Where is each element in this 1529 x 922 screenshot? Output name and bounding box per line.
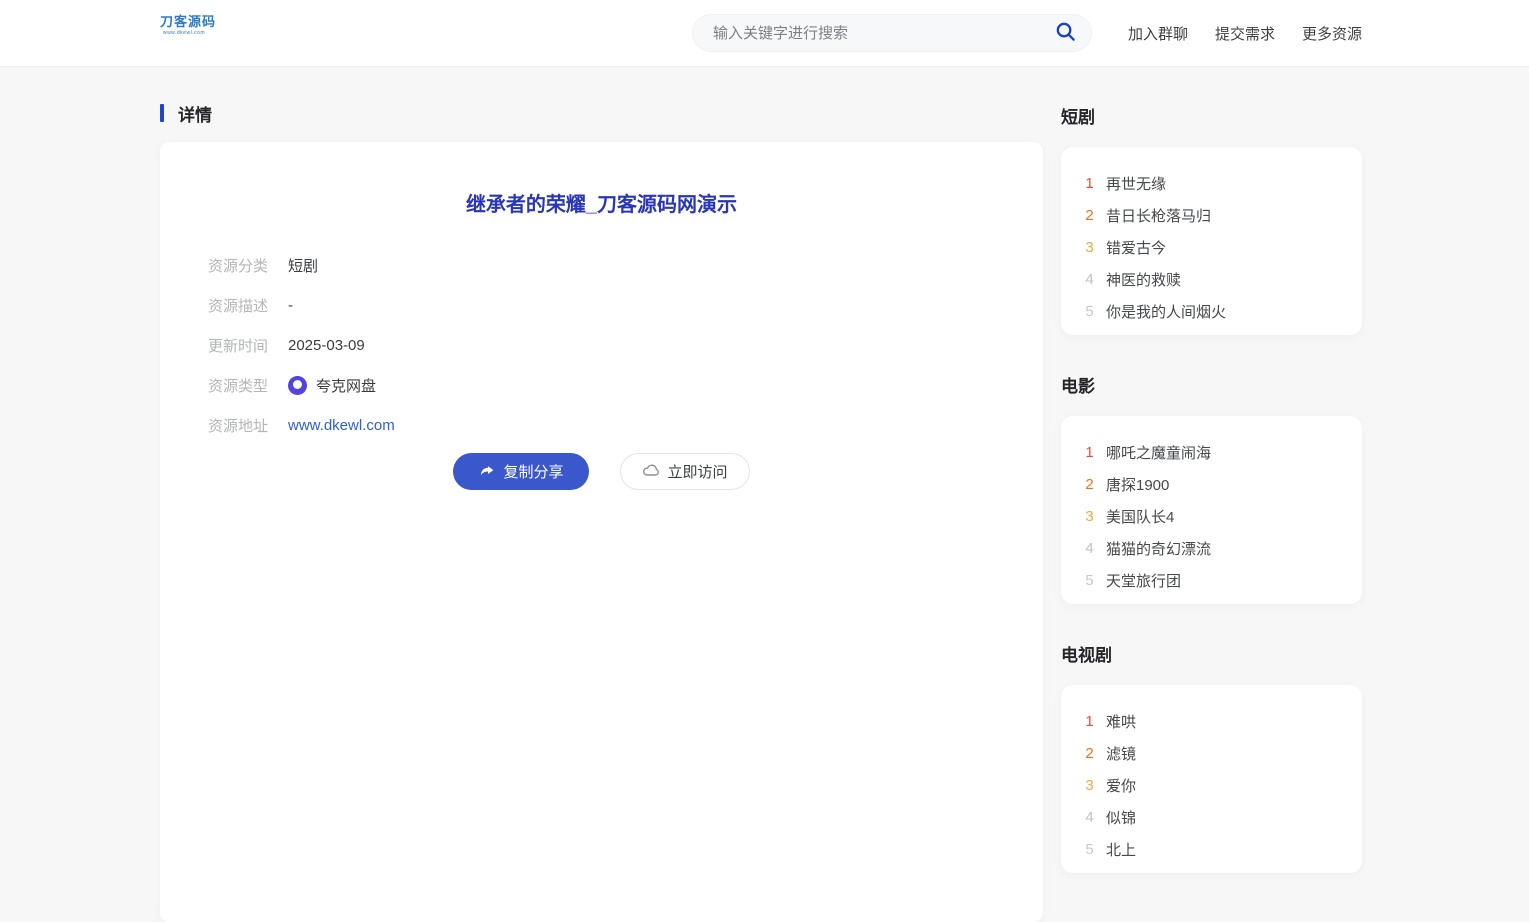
list-item[interactable]: 5 你是我的人间烟火: [1061, 295, 1362, 327]
rank-label: 神医的救赎: [1106, 269, 1181, 290]
list-item[interactable]: 2 昔日长枪落马归: [1061, 199, 1362, 231]
sidebar-section-tv: 电视剧 1 难哄 2 滤镜 3 爱你 4 似锦: [1061, 641, 1362, 873]
sidebar-section-movies: 电影 1 哪吒之魔童闹海 2 唐探1900 3 美国队长4 4 猫猫的奇幻漂流: [1061, 372, 1362, 604]
rank-label: 再世无缘: [1106, 173, 1166, 194]
rank-number: 5: [1083, 841, 1096, 858]
rank-label: 滤镜: [1106, 743, 1136, 764]
detail-column: 详情 继承者的荣耀_刀客源码网演示 资源分类 短剧 资源描述 - 更新时间 20…: [160, 103, 1043, 922]
field-update-time: 更新时间 2025-03-09: [208, 333, 995, 357]
list-item[interactable]: 2 唐探1900: [1061, 468, 1362, 500]
visit-now-button[interactable]: 立即访问: [620, 453, 750, 490]
visit-now-label: 立即访问: [668, 461, 728, 482]
rank-label: 似锦: [1106, 807, 1136, 828]
rank-label: 你是我的人间烟火: [1106, 301, 1226, 322]
action-buttons: 复制分享 立即访问: [208, 453, 995, 490]
header-nav: 加入群聊 提交需求 更多资源: [1128, 0, 1362, 67]
rank-number: 3: [1083, 508, 1096, 525]
search-icon: [1054, 20, 1077, 46]
rank-label: 爱你: [1106, 775, 1136, 796]
sidebar-section-title: 电影: [1061, 372, 1362, 397]
quark-netdisk-icon: [288, 376, 307, 395]
ranking-card: 1 哪吒之魔童闹海 2 唐探1900 3 美国队长4 4 猫猫的奇幻漂流 5: [1061, 416, 1362, 604]
list-item[interactable]: 2 滤镜: [1061, 737, 1362, 769]
rank-number: 1: [1083, 175, 1096, 192]
ranking-card: 1 再世无缘 2 昔日长枪落马归 3 错爱古今 4 神医的救赎 5 你是我的: [1061, 147, 1362, 335]
resource-url-link[interactable]: www.dkewl.com: [288, 417, 395, 434]
field-value: 夸克网盘: [316, 375, 376, 396]
rank-number: 2: [1083, 745, 1096, 762]
search-bar: [692, 14, 1092, 52]
rank-number: 1: [1083, 713, 1096, 730]
rank-label: 昔日长枪落马归: [1106, 205, 1211, 226]
sidebar-section-title: 电视剧: [1061, 641, 1362, 666]
site-logo-title: 刀客源码: [160, 11, 208, 30]
nav-join-group[interactable]: 加入群聊: [1128, 23, 1188, 44]
field-label: 资源描述: [208, 295, 270, 316]
rank-number: 3: [1083, 777, 1096, 794]
cloud-icon: [642, 463, 660, 481]
list-item[interactable]: 1 再世无缘: [1061, 167, 1362, 199]
list-item[interactable]: 4 神医的救赎: [1061, 263, 1362, 295]
field-label: 更新时间: [208, 335, 270, 356]
rank-label: 北上: [1106, 839, 1136, 860]
field-label: 资源地址: [208, 415, 270, 436]
rank-number: 3: [1083, 239, 1096, 256]
rank-number: 4: [1083, 271, 1096, 288]
rank-number: 2: [1083, 476, 1096, 493]
list-item[interactable]: 1 哪吒之魔童闹海: [1061, 436, 1362, 468]
field-resource-url: 资源地址 www.dkewl.com: [208, 413, 995, 437]
rank-label: 美国队长4: [1106, 506, 1174, 527]
rank-number: 4: [1083, 809, 1096, 826]
copy-share-label: 复制分享: [503, 461, 563, 482]
nav-submit-request[interactable]: 提交需求: [1215, 23, 1275, 44]
list-item[interactable]: 3 错爱古今: [1061, 231, 1362, 263]
rank-number: 5: [1083, 572, 1096, 589]
nav-more-resources[interactable]: 更多资源: [1302, 23, 1362, 44]
rank-label: 哪吒之魔童闹海: [1106, 442, 1211, 463]
field-value: 2025-03-09: [288, 337, 365, 354]
copy-share-button[interactable]: 复制分享: [453, 453, 588, 490]
list-item[interactable]: 1 难哄: [1061, 705, 1362, 737]
sidebar-section-title: 短剧: [1061, 103, 1362, 128]
top-header: 刀客源码 www.dkewl.com 加入群聊 提交需求 更多资源: [0, 0, 1529, 67]
list-item[interactable]: 5 北上: [1061, 833, 1362, 865]
detail-section-title: 详情: [178, 101, 212, 126]
rank-label: 猫猫的奇幻漂流: [1106, 538, 1211, 559]
field-description: 资源描述 -: [208, 293, 995, 317]
rank-number: 1: [1083, 444, 1096, 461]
rank-label: 难哄: [1106, 711, 1136, 732]
ranking-card: 1 难哄 2 滤镜 3 爱你 4 似锦 5 北上: [1061, 685, 1362, 873]
field-value: 短剧: [288, 255, 318, 276]
page-content: 详情 继承者的荣耀_刀客源码网演示 资源分类 短剧 资源描述 - 更新时间 20…: [0, 103, 1529, 922]
rank-label: 唐探1900: [1106, 474, 1169, 495]
site-logo[interactable]: 刀客源码 www.dkewl.com: [160, 11, 208, 36]
detail-section-head: 详情: [160, 103, 1043, 123]
field-label: 资源分类: [208, 255, 270, 276]
share-arrow-icon: [478, 462, 495, 481]
search-input[interactable]: [713, 25, 1054, 42]
resource-title: 继承者的荣耀_刀客源码网演示: [208, 188, 995, 217]
rank-number: 2: [1083, 207, 1096, 224]
rank-label: 错爱古今: [1106, 237, 1166, 258]
site-logo-url: www.dkewl.com: [160, 30, 208, 36]
list-item[interactable]: 5 天堂旅行团: [1061, 564, 1362, 596]
search-button[interactable]: [1054, 20, 1077, 46]
field-category: 资源分类 短剧: [208, 253, 995, 277]
field-label: 资源类型: [208, 375, 270, 396]
field-value: -: [288, 297, 293, 314]
list-item[interactable]: 3 美国队长4: [1061, 500, 1362, 532]
list-item[interactable]: 3 爱你: [1061, 769, 1362, 801]
ranking-sidebar: 短剧 1 再世无缘 2 昔日长枪落马归 3 错爱古今 4 神医的救赎: [1061, 103, 1362, 922]
rank-number: 4: [1083, 540, 1096, 557]
field-resource-type: 资源类型 夸克网盘: [208, 373, 995, 397]
sidebar-section-duanju: 短剧 1 再世无缘 2 昔日长枪落马归 3 错爱古今 4 神医的救赎: [1061, 103, 1362, 335]
list-item[interactable]: 4 猫猫的奇幻漂流: [1061, 532, 1362, 564]
accent-bar: [160, 104, 164, 122]
rank-number: 5: [1083, 303, 1096, 320]
rank-label: 天堂旅行团: [1106, 570, 1181, 591]
detail-card: 继承者的荣耀_刀客源码网演示 资源分类 短剧 资源描述 - 更新时间 2025-…: [160, 142, 1043, 922]
list-item[interactable]: 4 似锦: [1061, 801, 1362, 833]
